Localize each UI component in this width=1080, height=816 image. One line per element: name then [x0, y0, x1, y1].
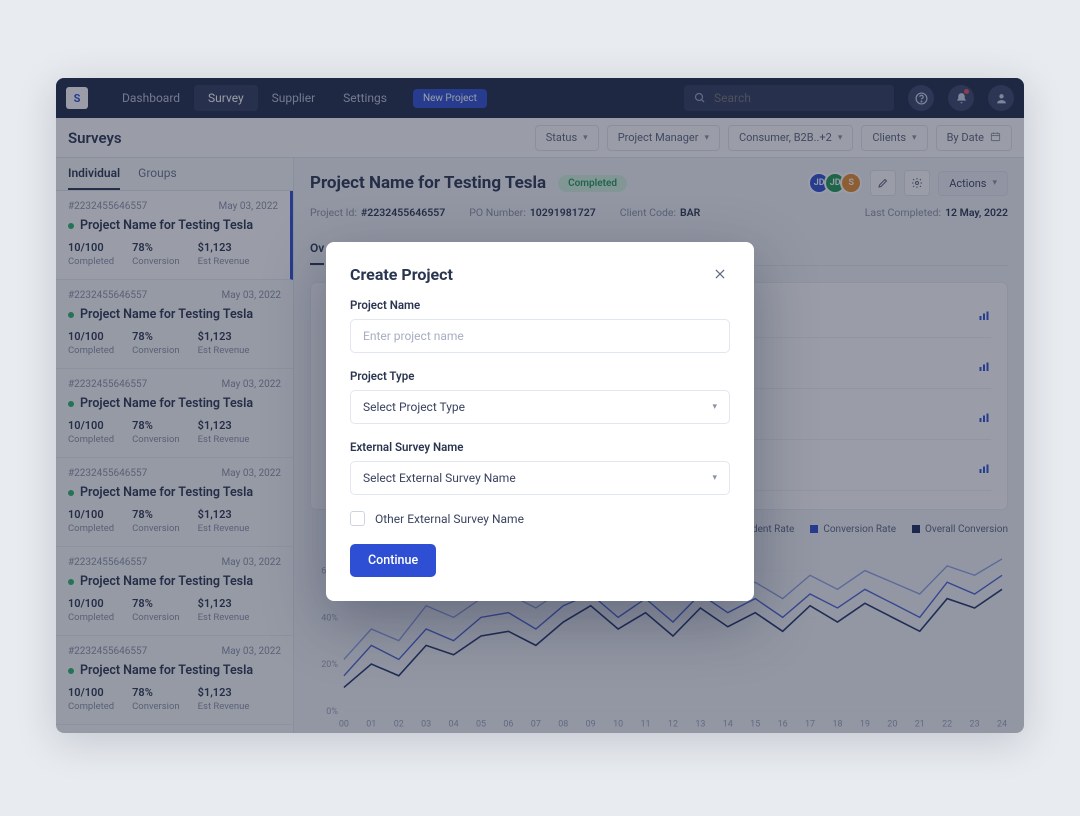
project-type-select[interactable]: Select Project Type ▾ — [350, 390, 730, 424]
create-project-modal: Create Project Project Name Project Type… — [326, 242, 754, 601]
external-survey-label: External Survey Name — [350, 440, 730, 454]
external-survey-select[interactable]: Select External Survey Name ▾ — [350, 461, 730, 495]
project-name-label: Project Name — [350, 298, 730, 312]
app-frame: S DashboardSurveySupplierSettings New Pr… — [56, 78, 1024, 733]
project-name-input[interactable] — [350, 319, 730, 353]
chevron-down-icon: ▾ — [712, 473, 717, 483]
modal-overlay: Create Project Project Name Project Type… — [56, 78, 1024, 733]
project-type-label: Project Type — [350, 369, 730, 383]
close-icon[interactable] — [710, 264, 730, 284]
chevron-down-icon: ▾ — [712, 402, 717, 412]
modal-title: Create Project — [350, 265, 453, 284]
other-survey-checkbox[interactable] — [350, 511, 365, 526]
continue-button[interactable]: Continue — [350, 544, 436, 577]
other-survey-label: Other External Survey Name — [375, 512, 524, 526]
